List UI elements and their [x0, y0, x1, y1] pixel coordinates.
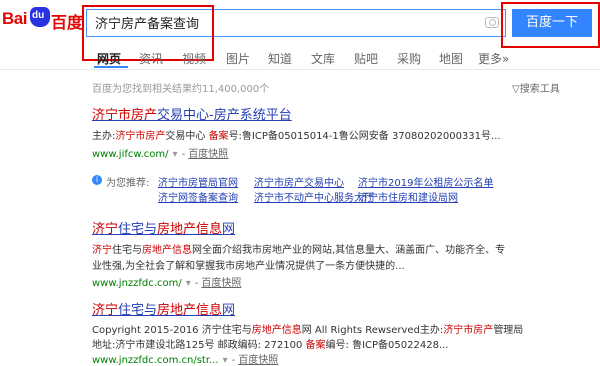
tab-wenku[interactable]: 文库 [311, 50, 335, 67]
info-icon: i [92, 175, 102, 185]
tab-web[interactable]: 网页 [97, 50, 121, 67]
logo-text-cn: 百度 [51, 13, 84, 32]
recommend-link[interactable]: 济宁网签备案查询 [158, 189, 238, 204]
camera-icon[interactable] [485, 17, 499, 28]
chevron-down-icon: ▾ [185, 278, 191, 289]
recommend-link[interactable]: 济宁市2019年公租房公示名单 [358, 174, 493, 189]
recommend-link[interactable]: 济宁市住房和建设局网 [358, 189, 458, 204]
tab-news[interactable]: 资讯 [139, 50, 163, 67]
recommend-link[interactable]: 济宁市房产交易中心 [254, 174, 344, 189]
result-snippet: 主办:济宁市房产交易中心 备案号:鲁ICP备05015014-1鲁公网安备 37… [92, 131, 501, 142]
result-snippet: 业性强,为全社会了解和掌握我市房地产业情况提供了一条方便快捷的... [92, 261, 405, 272]
result-title[interactable]: 济宁住宅与房地产信息网 [92, 218, 235, 237]
chevron-down-icon: ▾ [172, 149, 178, 160]
result-url[interactable]: www.jnzzfdc.com.cn/str... ▾ - 百度快照 [92, 351, 278, 366]
recommend-link[interactable]: 济宁市房管局官网 [158, 174, 238, 189]
baidu-logo[interactable]: Bai du 百度 [0, 4, 86, 32]
tab-video[interactable]: 视频 [182, 50, 206, 67]
tab-more[interactable]: 更多» [478, 50, 509, 67]
search-tabs: 网页 资讯 视频 图片 知道 文库 贴吧 采购 地图 更多» [0, 44, 600, 70]
result-count: 百度为您找到相关结果约11,400,000个 [92, 84, 270, 95]
paw-icon: du [30, 7, 50, 27]
result-snippet: 济宁住宅与房地产信息网全面介绍我市房地产业的网站,其信息量大、涵盖面广、功能齐全… [92, 245, 506, 256]
tab-images[interactable]: 图片 [226, 50, 250, 67]
annotation-box-button [501, 2, 600, 48]
search-tools-link[interactable]: ▽搜索工具 [512, 80, 560, 95]
snapshot-link[interactable]: 百度快照 [201, 278, 241, 289]
recommend-label: 为您推荐: [106, 178, 150, 189]
tab-map[interactable]: 地图 [439, 50, 463, 67]
result-snippet: Copyright 2015-2016 济宁住宅与房地产信息网 All Righ… [92, 325, 524, 336]
result-url[interactable]: www.jifcw.com/▾ - 百度快照 [92, 145, 228, 160]
snapshot-link[interactable]: 百度快照 [188, 149, 228, 160]
recommend-link[interactable]: 济宁市不动产中心服务大厅 [254, 189, 374, 204]
tab-zhidao[interactable]: 知道 [268, 50, 292, 67]
result-url[interactable]: www.jnzzfdc.com/▾ - 百度快照 [92, 274, 241, 289]
logo-text-bai: Bai [2, 9, 27, 28]
result-snippet: 地址:济宁市建设北路125号 邮政编码: 272100 备案编号: 鲁ICP备0… [92, 340, 449, 351]
active-tab-indicator [94, 66, 128, 68]
snapshot-link[interactable]: 百度快照 [238, 355, 278, 366]
result-title[interactable]: 济宁住宅与房地产信息网 [92, 299, 235, 318]
chevron-down-icon: ▾ [222, 355, 228, 366]
tab-procurement[interactable]: 采购 [397, 50, 421, 67]
tab-tieba[interactable]: 贴吧 [354, 50, 378, 67]
tabs-divider [0, 69, 600, 70]
result-title[interactable]: 济宁市房产交易中心-房产系统平台 [92, 104, 292, 123]
